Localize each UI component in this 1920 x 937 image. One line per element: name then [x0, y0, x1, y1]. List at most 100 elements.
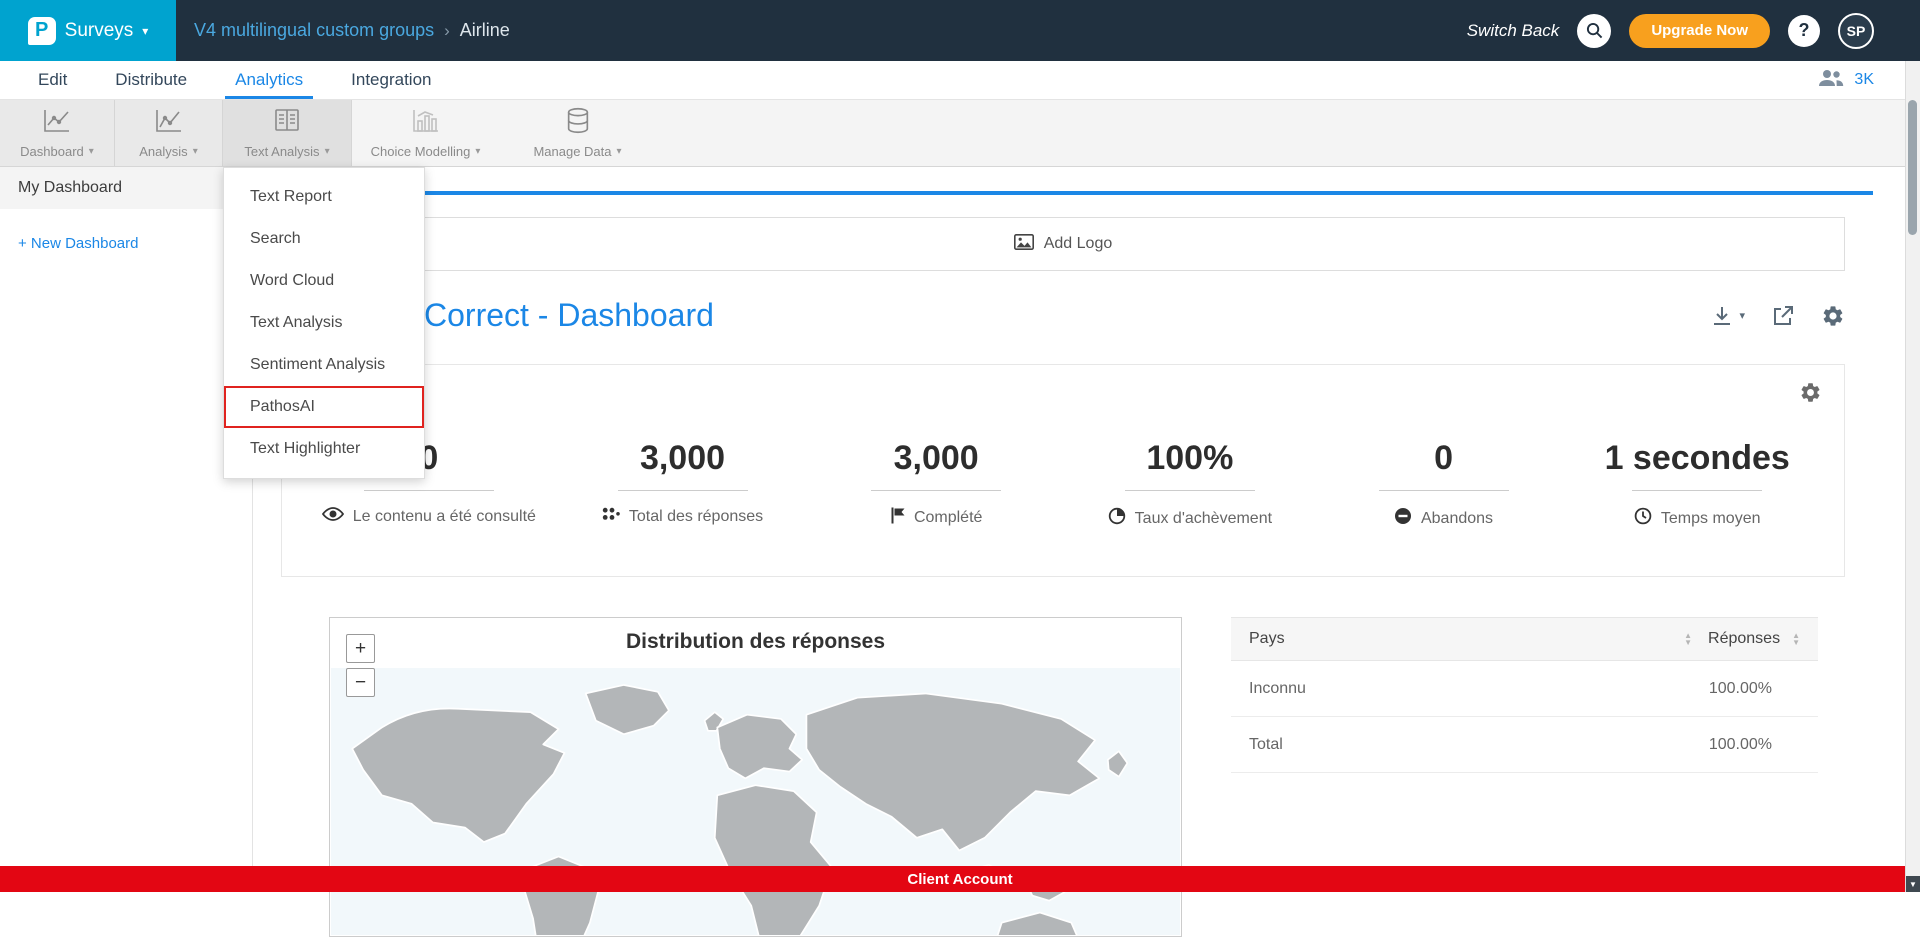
menu-item-search[interactable]: Search	[224, 218, 424, 260]
client-account-banner: Client Account	[0, 866, 1920, 892]
menu-item-text-analysis[interactable]: Text Analysis	[224, 302, 424, 344]
column-header-pays[interactable]: Pays	[1249, 630, 1285, 648]
tab-edit[interactable]: Edit	[14, 61, 91, 99]
text-analysis-dropdown-menu: Text Report Search Word Cloud Text Analy…	[223, 167, 425, 479]
bar-chart-icon	[412, 108, 440, 139]
chevron-down-icon: ▾	[475, 146, 480, 157]
stat-dropouts: 0 Abandons	[1317, 439, 1571, 530]
line-chart-icon	[155, 108, 183, 139]
help-icon[interactable]: ?	[1788, 15, 1820, 47]
vertical-scrollbar[interactable]: ▼	[1905, 61, 1920, 892]
percentage-cell: 100.00%	[1709, 680, 1772, 698]
table-row: Total 100.00%	[1231, 717, 1818, 773]
dashboard-sidebar: My Dashboard + New Dashboard	[0, 167, 253, 866]
menu-item-text-report[interactable]: Text Report	[224, 176, 424, 218]
toolbar-analysis-button[interactable]: Analysis▾	[115, 100, 223, 166]
people-icon	[1818, 69, 1844, 92]
sidebar-item-my-dashboard[interactable]: My Dashboard	[0, 167, 252, 209]
zoom-out-button[interactable]: −	[346, 668, 375, 697]
breadcrumb-current: Airline	[460, 20, 510, 41]
dashboard-actions: ▾	[1710, 304, 1845, 328]
world-map[interactable]	[331, 668, 1180, 935]
country-responses-table: Pays ▲▼ Réponses ▲▼ Inconnu 100.00% Tota…	[1231, 617, 1818, 773]
widget-settings-gear-icon[interactable]	[1799, 381, 1822, 409]
header-actions: Switch Back Upgrade Now ? SP	[1467, 13, 1920, 49]
toolbar-manage-data-label: Manage Data	[533, 144, 611, 159]
share-button[interactable]	[1771, 304, 1795, 328]
stat-value: 1 secondes	[1570, 439, 1824, 478]
toolbar-text-analysis-label: Text Analysis	[244, 144, 319, 159]
tab-distribute[interactable]: Distribute	[91, 61, 211, 99]
tab-integration[interactable]: Integration	[327, 61, 455, 99]
report-book-icon	[273, 108, 301, 139]
avatar[interactable]: SP	[1838, 13, 1874, 49]
stat-label: Total des réponses	[629, 508, 763, 526]
client-account-label: Client Account	[907, 871, 1012, 888]
sort-icon[interactable]: ▲▼	[1792, 632, 1800, 646]
brand-label: Surveys	[65, 20, 134, 42]
database-icon	[565, 107, 591, 139]
scrollbar-down-arrow[interactable]: ▼	[1906, 876, 1920, 892]
scrollbar-thumb[interactable]	[1908, 100, 1917, 235]
breadcrumb: V4 multilingual custom groups › Airline	[194, 20, 510, 41]
table-row: Inconnu 100.00%	[1231, 661, 1818, 717]
percentage-cell: 100.00%	[1709, 736, 1772, 754]
tab-analytics[interactable]: Analytics	[211, 61, 327, 99]
stat-value: 3,000	[809, 439, 1063, 478]
settings-gear-icon[interactable]	[1821, 304, 1845, 328]
breadcrumb-survey-link[interactable]: V4 multilingual custom groups	[194, 20, 434, 41]
sort-icon[interactable]: ▲▼	[1684, 632, 1692, 646]
new-dashboard-link[interactable]: + New Dashboard	[18, 235, 138, 252]
toolbar-choice-modelling-button[interactable]: Choice Modelling ▾	[352, 100, 499, 166]
stat-label: Taux d'achèvement	[1135, 510, 1272, 528]
surveys-product-menu[interactable]: P Surveys ▾	[0, 0, 176, 61]
stat-label: Temps moyen	[1661, 510, 1761, 528]
stat-average-time: 1 secondes Temps moyen	[1570, 439, 1824, 530]
top-header: P Surveys ▾ V4 multilingual custom group…	[0, 0, 1920, 61]
chevron-down-icon: ▾	[193, 146, 198, 157]
switch-back-link[interactable]: Switch Back	[1467, 21, 1560, 41]
menu-item-word-cloud[interactable]: Word Cloud	[224, 260, 424, 302]
map-title: Distribution des réponses	[330, 618, 1181, 654]
download-button[interactable]: ▾	[1710, 304, 1745, 328]
nav-tabs: Edit Distribute Analytics Integration	[14, 61, 455, 99]
stat-label: Abandons	[1421, 510, 1493, 528]
toolbar-dashboard-button[interactable]: Dashboard▾	[0, 100, 115, 166]
column-header-reponses[interactable]: Réponses	[1708, 630, 1780, 648]
toolbar-manage-data-button[interactable]: Manage Data ▾	[499, 100, 656, 166]
menu-item-text-highlighter[interactable]: Text Highlighter	[224, 428, 424, 470]
breadcrumb-separator: ›	[444, 21, 450, 41]
chevron-down-icon: ▾	[617, 146, 622, 157]
toolbar-choice-modelling-label: Choice Modelling	[371, 144, 471, 159]
eye-icon	[322, 507, 344, 526]
image-icon	[1014, 234, 1034, 255]
stat-value: 0	[1317, 439, 1571, 478]
stat-label: Le contenu a été consulté	[353, 508, 536, 526]
dot-grid-icon	[602, 507, 620, 526]
active-tab-indicator	[253, 191, 1873, 195]
add-logo-button[interactable]: Add Logo	[281, 217, 1845, 271]
stat-completion-rate: 100% Taux d'achèvement	[1063, 439, 1317, 530]
respondents-count: 3K	[1854, 71, 1874, 89]
stat-completed: 3,000 Complété	[809, 439, 1063, 530]
questionpro-logo: P	[28, 17, 56, 45]
survey-nav: Edit Distribute Analytics Integration 3K	[0, 61, 1920, 100]
menu-item-sentiment-analysis[interactable]: Sentiment Analysis	[224, 344, 424, 386]
stat-value: 3,000	[556, 439, 810, 478]
zoom-in-button[interactable]: +	[346, 634, 375, 663]
search-icon[interactable]	[1577, 14, 1611, 48]
menu-item-pathosai[interactable]: PathosAI	[224, 386, 424, 428]
upgrade-now-button[interactable]: Upgrade Now	[1629, 14, 1770, 48]
dashboard-main: Add Logo Correct - Dashboard ▾	[253, 167, 1873, 866]
toolbar-text-analysis-button[interactable]: Text Analysis▾	[223, 100, 352, 166]
gauge-icon	[1108, 507, 1126, 530]
chevron-down-icon: ▾	[1739, 309, 1745, 322]
line-chart-icon	[43, 108, 71, 139]
analytics-toolbar: Dashboard▾ Analysis▾ Text Analysis▾ Choi…	[0, 100, 1920, 167]
stat-total-responses: 3,000 Total des réponses	[556, 439, 810, 530]
flag-icon	[890, 507, 905, 529]
stats-row: 0 Le contenu a été consulté 3,000 Total …	[302, 439, 1824, 530]
chevron-down-icon: ▾	[142, 24, 148, 38]
country-cell: Total	[1249, 736, 1283, 754]
table-header: Pays ▲▼ Réponses ▲▼	[1231, 617, 1818, 661]
